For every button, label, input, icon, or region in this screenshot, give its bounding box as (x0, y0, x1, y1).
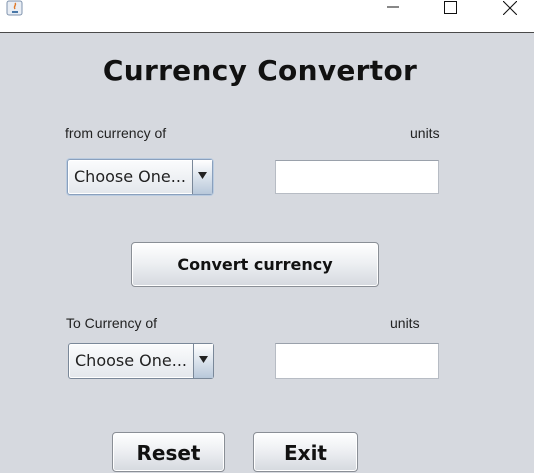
convert-currency-button[interactable]: Convert currency (131, 242, 379, 287)
close-icon (503, 1, 517, 15)
from-units-label: units (410, 125, 440, 141)
minimize-icon (387, 6, 399, 8)
page-title: Currency Convertor (102, 54, 418, 87)
reset-button[interactable]: Reset (112, 432, 225, 472)
to-currency-select-value: Choose One... (75, 351, 187, 370)
java-icon (6, 0, 24, 16)
from-currency-select-value: Choose One... (74, 167, 186, 186)
to-amount-field[interactable] (275, 343, 439, 379)
chevron-down-icon (198, 172, 207, 179)
to-currency-select[interactable]: Choose One... (68, 343, 214, 379)
from-currency-dropdown-arrow[interactable] (192, 160, 212, 194)
chevron-down-icon (199, 356, 208, 363)
window-titlebar (0, 0, 534, 33)
maximize-icon (444, 1, 457, 14)
close-button[interactable] (486, 0, 532, 16)
from-currency-label: from currency of (65, 125, 167, 141)
exit-button[interactable]: Exit (253, 432, 358, 472)
minimize-button[interactable] (370, 0, 416, 16)
to-currency-dropdown-arrow[interactable] (193, 344, 213, 378)
from-currency-select[interactable]: Choose One... (67, 159, 213, 195)
to-units-label: units (390, 315, 420, 331)
maximize-button[interactable] (427, 0, 473, 16)
to-currency-label: To Currency of (66, 315, 158, 331)
from-amount-field[interactable] (275, 160, 439, 194)
